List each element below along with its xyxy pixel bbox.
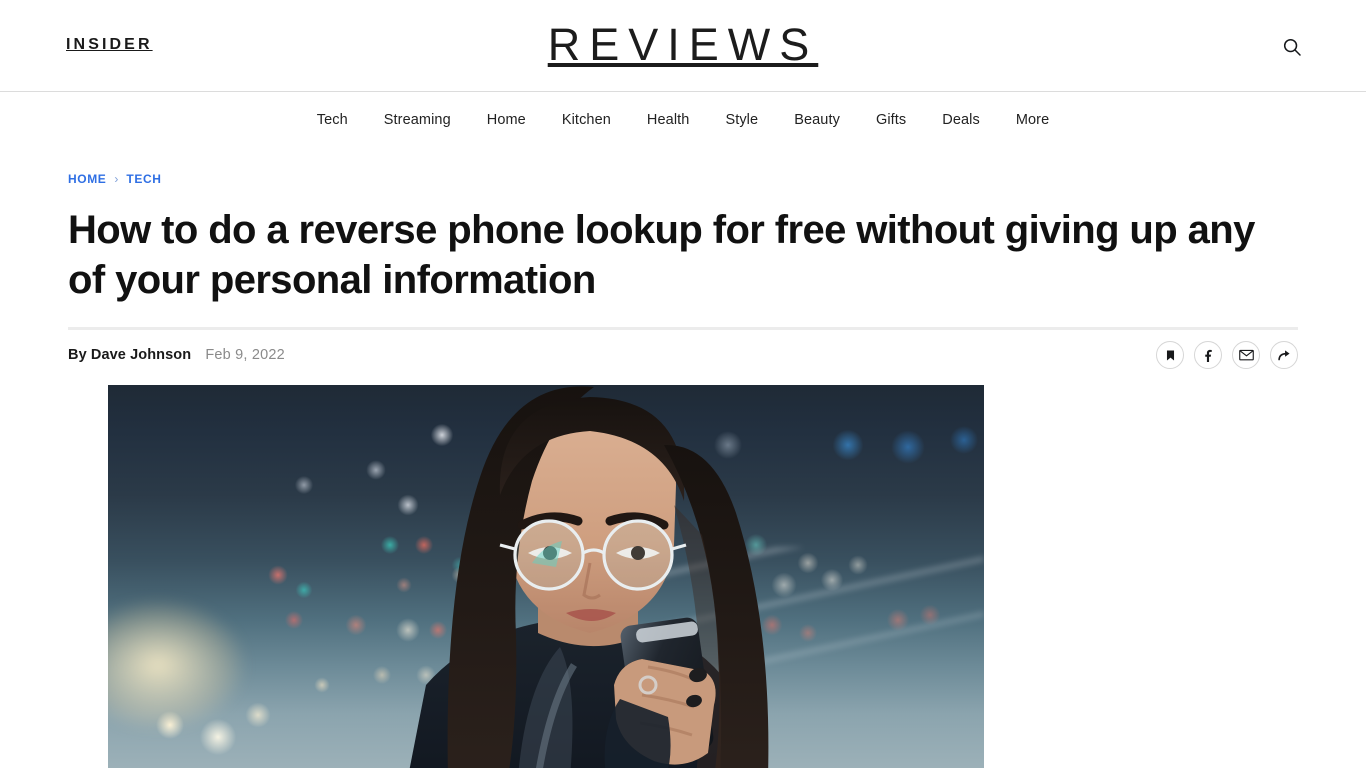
share-arrow-icon: [1277, 348, 1292, 362]
nav-item-beauty[interactable]: Beauty: [776, 110, 858, 130]
breadcrumb: HOME › TECH: [68, 170, 1298, 188]
nav-item-streaming[interactable]: Streaming: [366, 110, 469, 130]
nav-item-more[interactable]: More: [998, 110, 1067, 130]
nav-item-kitchen[interactable]: Kitchen: [544, 110, 629, 130]
hero-subject-figure: [409, 386, 769, 768]
share-email-button[interactable]: [1232, 341, 1260, 369]
breadcrumb-home[interactable]: HOME: [68, 172, 106, 186]
nav-item-deals[interactable]: Deals: [924, 110, 998, 130]
share-facebook-button[interactable]: [1194, 341, 1222, 369]
bookmark-icon: [1164, 349, 1177, 362]
hero-image: [108, 385, 984, 768]
search-button[interactable]: [1276, 31, 1308, 63]
publish-date: Feb 9, 2022: [205, 347, 285, 363]
masthead: INSIDER REVIEWS: [0, 0, 1366, 92]
byline-row: By Dave Johnson Feb 9, 2022: [68, 330, 1298, 380]
nav-item-style[interactable]: Style: [707, 110, 776, 130]
nav-item-home[interactable]: Home: [469, 110, 544, 130]
nav-item-tech[interactable]: Tech: [299, 110, 366, 130]
share-more-button[interactable]: [1270, 341, 1298, 369]
breadcrumb-tech[interactable]: TECH: [126, 172, 161, 186]
nav-item-gifts[interactable]: Gifts: [858, 110, 924, 130]
nav-item-health[interactable]: Health: [629, 110, 708, 130]
byline-prefix: By: [68, 347, 87, 363]
facebook-icon: [1202, 349, 1215, 362]
chevron-right-icon: ›: [114, 172, 119, 186]
primary-nav: Tech Streaming Home Kitchen Health Style…: [0, 92, 1366, 148]
article: HOME › TECH How to do a reverse phone lo…: [0, 170, 1366, 768]
byline-author[interactable]: Dave Johnson: [91, 347, 191, 363]
byline: By Dave Johnson Feb 9, 2022: [68, 347, 285, 363]
share-toolbar: [1156, 341, 1298, 369]
search-icon: [1282, 37, 1302, 57]
envelope-icon: [1238, 349, 1254, 361]
save-bookmark-button[interactable]: [1156, 341, 1184, 369]
page-title: How to do a reverse phone lookup for fre…: [68, 208, 1255, 302]
reviews-logo[interactable]: REVIEWS: [0, 16, 1366, 74]
